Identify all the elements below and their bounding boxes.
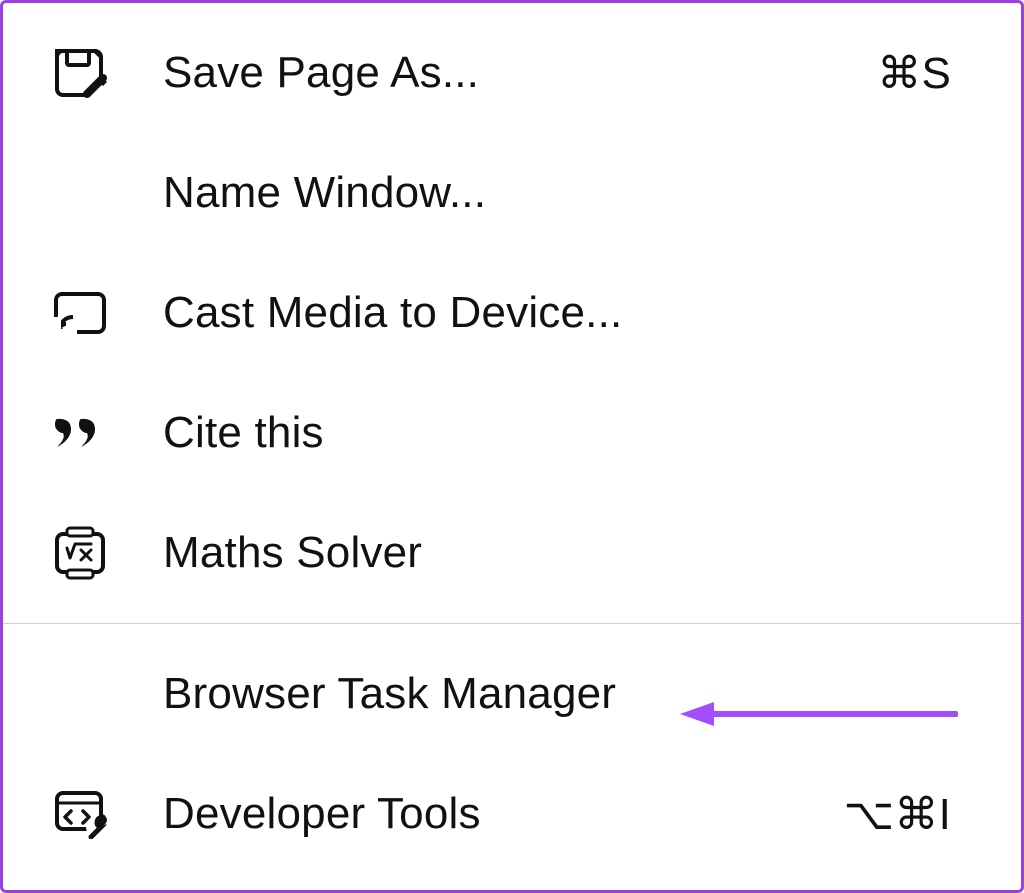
menu-item-maths-solver[interactable]: Maths Solver xyxy=(3,493,1021,613)
menu-group-2: Browser Task Manager Developer xyxy=(3,634,1021,874)
menu-item-cite-this[interactable]: Cite this xyxy=(3,373,1021,493)
menu-item-label: Developer Tools xyxy=(113,789,843,839)
menu-item-name-window[interactable]: Name Window... xyxy=(3,133,1021,253)
menu-item-save-page-as[interactable]: Save Page As... ⌘S xyxy=(3,13,1021,133)
menu-separator xyxy=(3,623,1021,624)
menu-item-label: Browser Task Manager xyxy=(113,669,951,719)
menu-group-1: Save Page As... ⌘S Name Window... xyxy=(3,13,1021,613)
menu-item-label: Save Page As... xyxy=(113,48,877,98)
cast-icon xyxy=(53,291,113,335)
menu-item-label: Cite this xyxy=(113,408,951,458)
menu-item-label: Name Window... xyxy=(113,168,951,218)
context-menu-panel: Save Page As... ⌘S Name Window... xyxy=(0,0,1024,893)
menu-item-cast-media[interactable]: Cast Media to Device... xyxy=(3,253,1021,373)
save-icon xyxy=(53,48,113,98)
developer-tools-icon xyxy=(53,789,113,839)
quote-icon xyxy=(53,415,113,451)
menu-item-label: Maths Solver xyxy=(113,528,951,578)
menu-item-label: Cast Media to Device... xyxy=(113,288,951,338)
menu-item-shortcut: ⌘S xyxy=(877,48,981,99)
menu-item-shortcut: ⌥⌘I xyxy=(843,789,981,840)
math-icon xyxy=(53,526,113,580)
menu-item-browser-task-manager[interactable]: Browser Task Manager xyxy=(3,634,1021,754)
menu: Save Page As... ⌘S Name Window... xyxy=(3,13,1021,874)
menu-item-developer-tools[interactable]: Developer Tools ⌥⌘I xyxy=(3,754,1021,874)
